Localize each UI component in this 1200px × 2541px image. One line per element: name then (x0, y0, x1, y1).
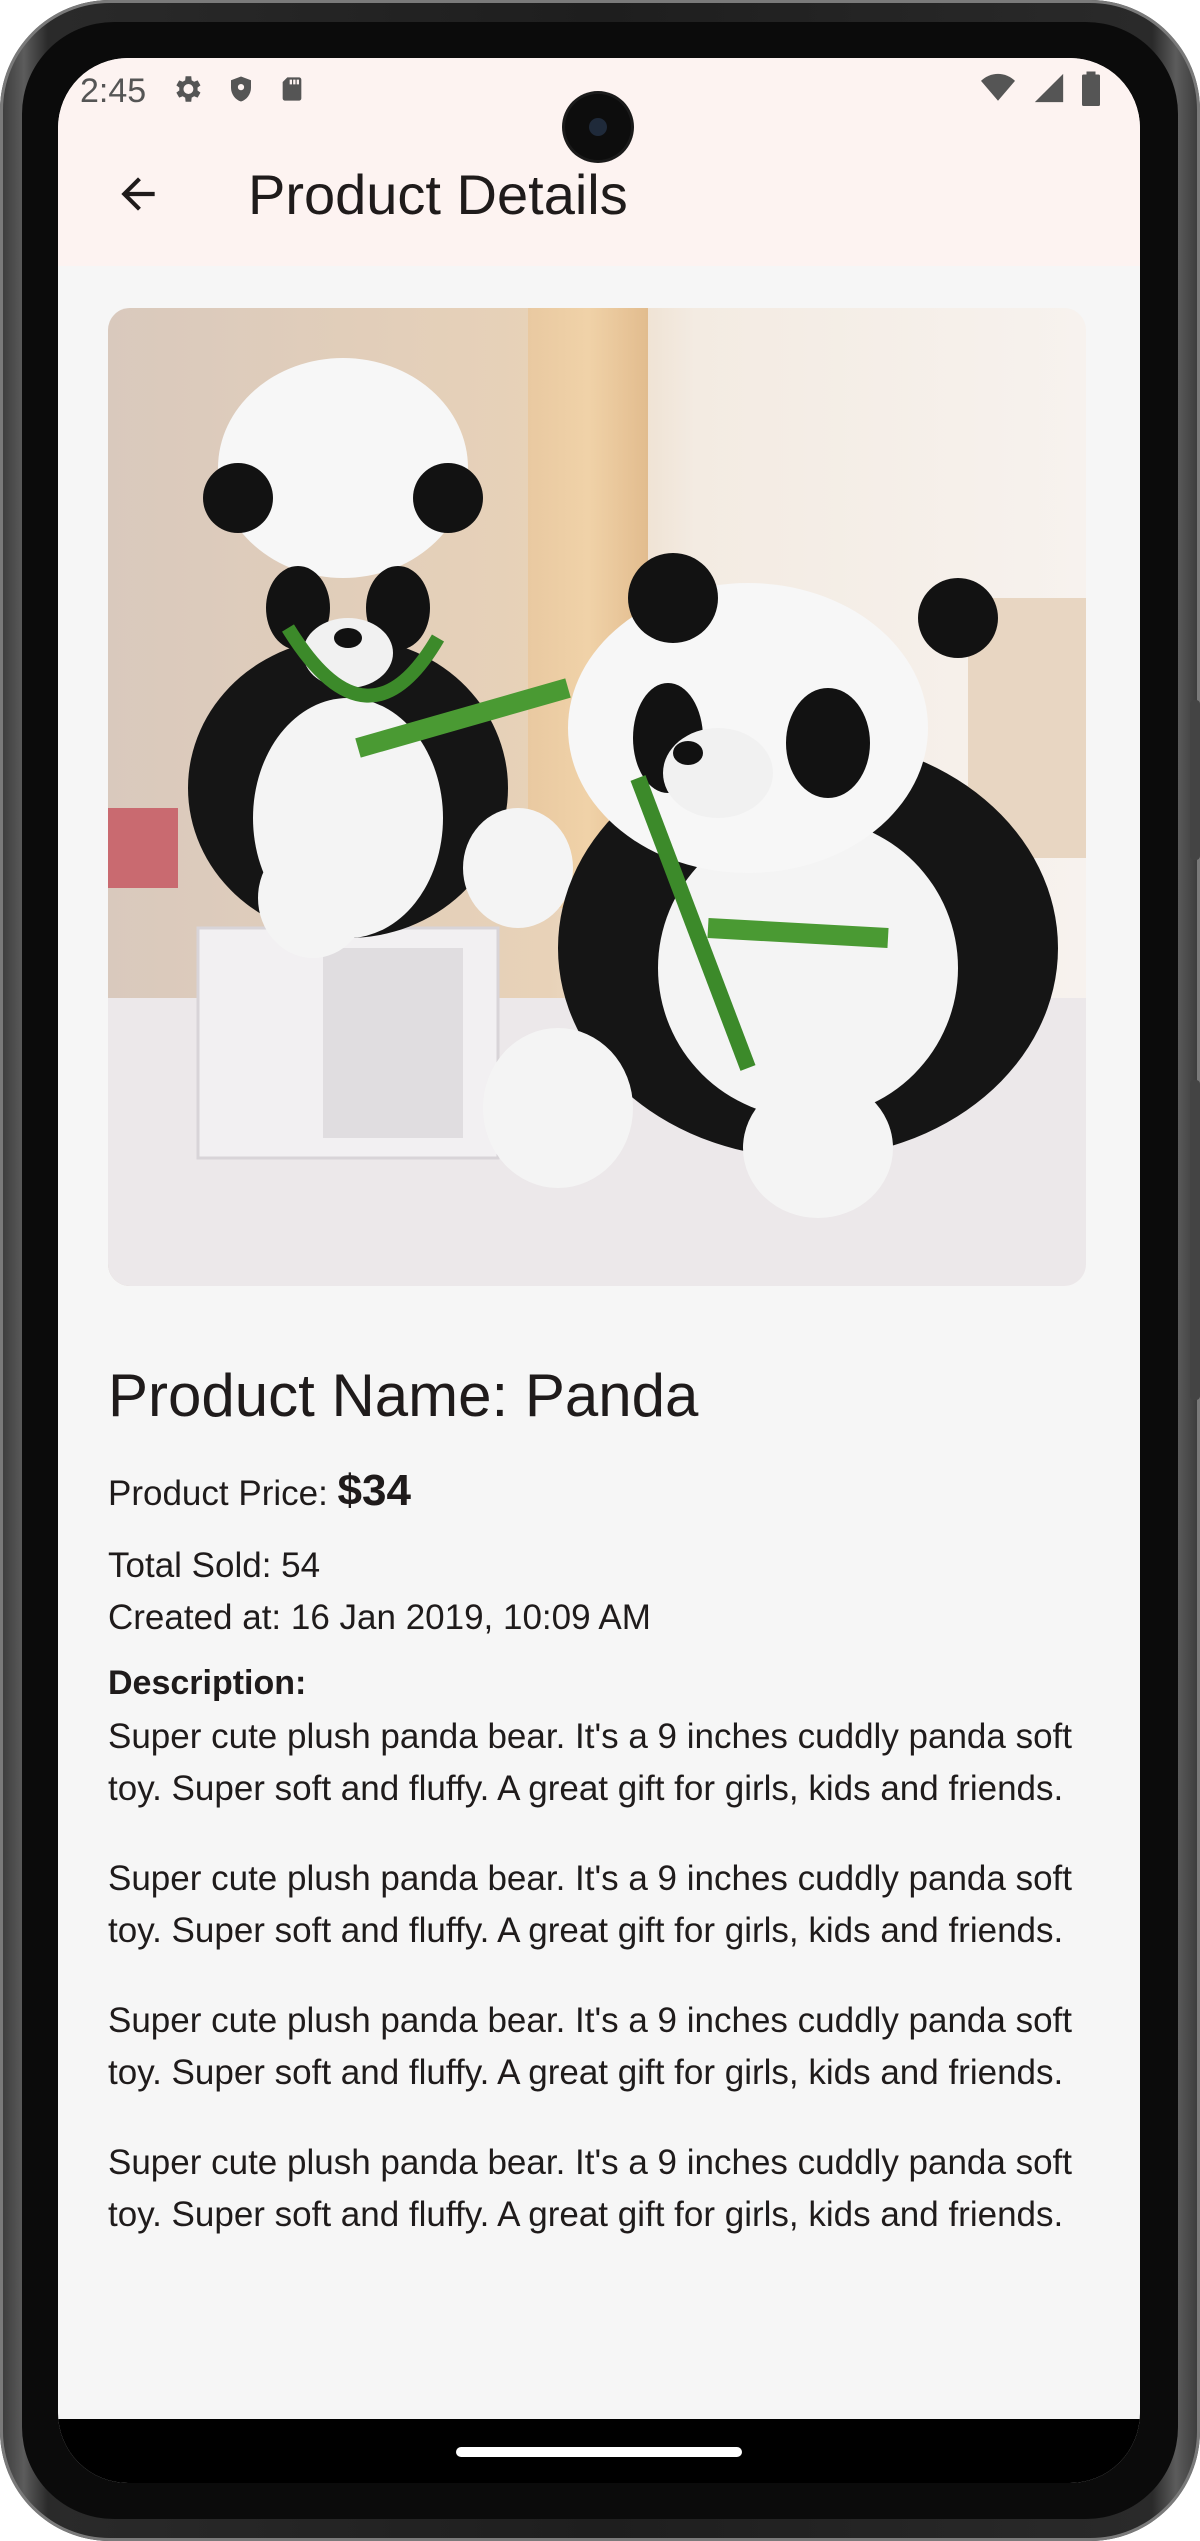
description: Super cute plush panda bear. It's a 9 in… (108, 1711, 1108, 2279)
product-detail-content[interactable]: Product Name: Panda Product Price: $34 T… (58, 266, 1140, 2449)
phone-frame: 2:45 Product Details Product Name: Panda… (0, 0, 1200, 2541)
app-bar: Product Details (58, 124, 1140, 266)
description-label: Description: (108, 1664, 307, 1702)
arrow-back-icon (121, 177, 155, 211)
status-time: 2:45 (80, 72, 147, 110)
total-sold: Total Sold: 54 (108, 1546, 321, 1585)
product-price-value: $34 (337, 1466, 411, 1515)
top-bar: 2:45 Product Details (58, 58, 1140, 266)
volume-button (1190, 700, 1200, 860)
gear-icon (176, 76, 201, 102)
description-paragraph: Super cute plush panda bear. It's a 9 in… (108, 2001, 1073, 2092)
back-button[interactable] (98, 154, 178, 234)
description-paragraph: Super cute plush panda bear. It's a 9 in… (108, 1717, 1073, 1808)
product-image (108, 308, 1086, 1286)
signal-icon (1034, 73, 1064, 103)
created-at: Created at: 16 Jan 2019, 10:09 AM (108, 1598, 651, 1637)
screen: 2:45 Product Details Product Name: Panda… (58, 58, 1140, 2483)
product-price-label: Product Price: (108, 1474, 338, 1513)
wifi-icon (981, 73, 1015, 101)
gesture-nav-bar (58, 2419, 1140, 2483)
battery-icon (1082, 71, 1100, 106)
sd-card-icon (282, 77, 302, 101)
status-right-icons (978, 70, 1102, 106)
page-title: Product Details (248, 163, 628, 226)
product-price: Product Price: $34 (108, 1466, 411, 1516)
description-paragraph: Super cute plush panda bear. It's a 9 in… (108, 1859, 1073, 1950)
home-handle[interactable] (456, 2447, 742, 2457)
status-left-icons (170, 72, 306, 106)
description-paragraph: Super cute plush panda bear. It's a 9 in… (108, 2143, 1073, 2234)
power-button (1190, 1080, 1200, 1400)
shield-icon (231, 76, 251, 102)
product-name: Product Name: Panda (108, 1362, 699, 1429)
